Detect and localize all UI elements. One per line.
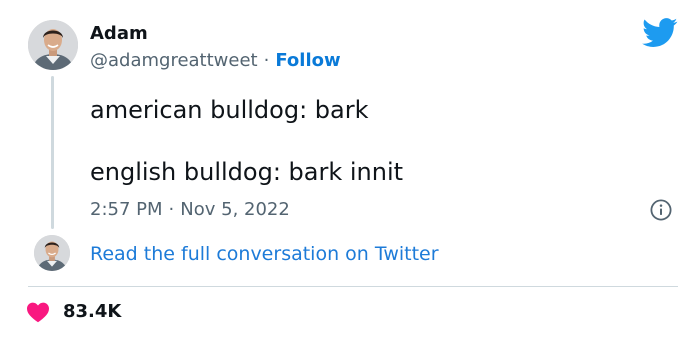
tweet-embed-card: Adam @adamgreattweet · Follow american bul…: [0, 0, 700, 339]
like-count[interactable]: 83.4K: [63, 300, 121, 324]
info-icon[interactable]: [650, 199, 672, 221]
tweet-date: Nov 5, 2022: [180, 199, 290, 220]
tweet-text-line: english bulldog: bark innit: [90, 158, 404, 186]
follow-button[interactable]: Follow: [275, 50, 340, 71]
tweet-timestamp[interactable]: 2:57 PM · Nov 5, 2022: [90, 198, 290, 222]
avatar-photo: [28, 20, 78, 70]
read-conversation-link[interactable]: Read the full conversation on Twitter: [90, 242, 439, 266]
heart-icon[interactable]: [26, 301, 50, 323]
separator-dot: ·: [263, 50, 270, 71]
divider: [28, 286, 678, 287]
author-meta: @adamgreattweet · Follow: [90, 49, 341, 73]
thread-line: [51, 76, 54, 229]
author-name[interactable]: Adam: [90, 22, 148, 46]
twitter-bird-icon[interactable]: [642, 18, 678, 48]
tweet-time: 2:57 PM: [90, 199, 163, 220]
tweet-text-line: american bulldog: bark: [90, 96, 369, 124]
author-handle[interactable]: @adamgreattweet: [90, 50, 258, 71]
avatar[interactable]: [28, 20, 78, 70]
avatar[interactable]: [34, 235, 70, 271]
separator-dot: ·: [168, 199, 175, 220]
avatar-photo: [34, 235, 70, 271]
